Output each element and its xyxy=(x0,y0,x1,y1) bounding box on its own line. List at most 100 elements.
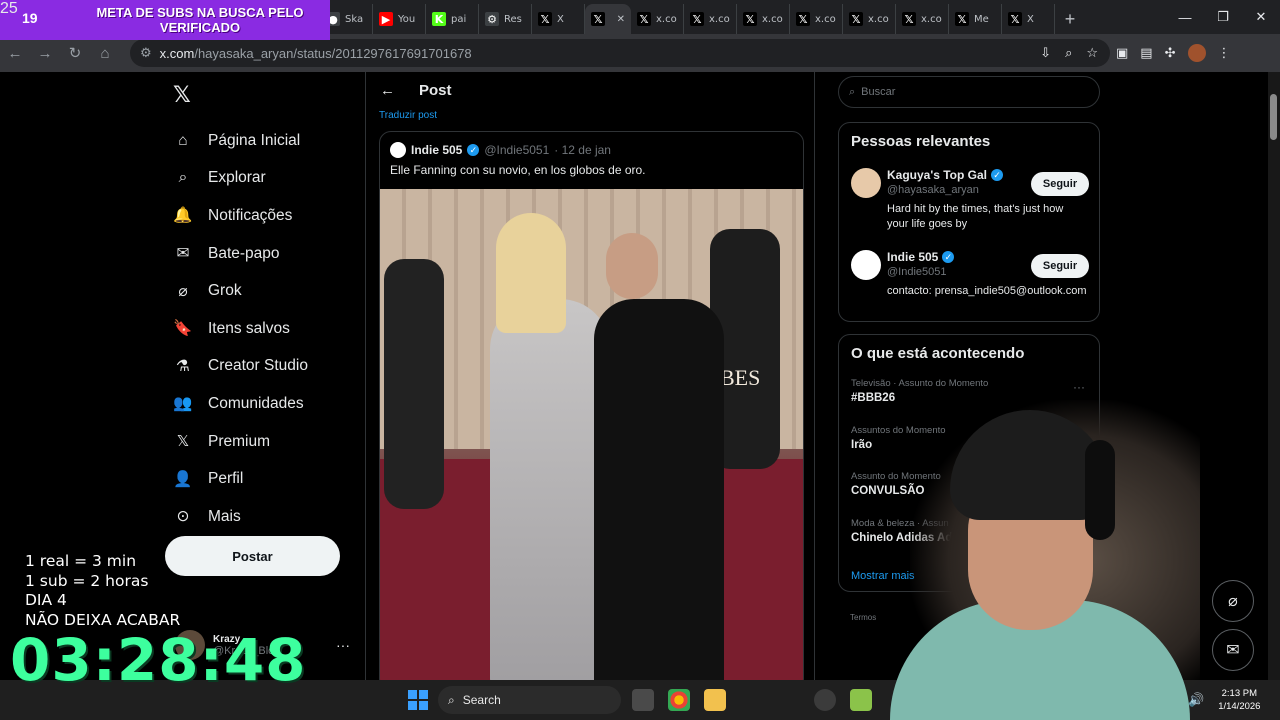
person-name-row[interactable]: Indie 505 ✓ xyxy=(887,250,955,264)
profile-avatar[interactable] xyxy=(1187,44,1206,62)
photo-man-head xyxy=(606,233,658,299)
browser-tab[interactable]: 𝕏x.co xyxy=(631,4,684,34)
avatar[interactable] xyxy=(851,250,881,280)
quote-author-name[interactable]: Indie 505 xyxy=(411,143,462,157)
nav-item-6[interactable]: 🔖 Itens salvos xyxy=(172,310,308,348)
tab-label: X xyxy=(1027,13,1034,25)
chrome-icon[interactable] xyxy=(668,689,690,711)
nav-item-8[interactable]: 👥 Comunidades xyxy=(172,385,308,423)
close-tab-icon[interactable]: ✕ xyxy=(617,14,625,25)
browser-tab[interactable]: 𝕏x.co xyxy=(896,4,949,34)
quoted-post[interactable]: Indie 505 ✓ @Indie5051 · 12 de jan Elle … xyxy=(379,131,804,691)
messages-icon[interactable]: ✉ xyxy=(1212,629,1254,671)
page-scrollbar[interactable] xyxy=(1268,72,1280,680)
nav-item-4[interactable]: ✉ Bate-papo xyxy=(172,235,308,273)
nav-item-3[interactable]: 🔔 Notificações xyxy=(172,197,308,235)
zoom-icon[interactable]: ⌕ xyxy=(1065,45,1072,61)
quote-author-handle[interactable]: @Indie5051 xyxy=(484,143,549,157)
back-icon[interactable]: ← xyxy=(0,38,30,68)
quote-date[interactable]: · 12 de jan xyxy=(554,143,611,157)
site-info-icon[interactable]: ⚙ xyxy=(140,45,152,61)
app-icon[interactable] xyxy=(850,689,872,711)
nav-item-2[interactable]: ⌕ Explorar xyxy=(172,160,308,198)
forward-icon[interactable]: → xyxy=(30,38,60,68)
browser-tab[interactable]: Kpai xyxy=(426,4,479,34)
extension-icon[interactable]: ▣ xyxy=(1116,45,1128,61)
puzzle-icon[interactable]: ✣ xyxy=(1165,45,1176,61)
post-photo[interactable]: BES xyxy=(380,189,803,689)
terms-link[interactable]: Termos xyxy=(850,613,876,622)
person-name: Indie 505 xyxy=(887,250,939,264)
browser-tab[interactable]: 𝕏 ✕ xyxy=(585,4,631,34)
nav-item-7[interactable]: ⚗ Creator Studio xyxy=(172,348,308,386)
obs-icon[interactable] xyxy=(814,689,836,711)
minimize-icon[interactable]: — xyxy=(1166,0,1204,34)
avatar[interactable] xyxy=(851,168,881,198)
window-controls: — ❐ ✕ xyxy=(1166,0,1280,34)
install-icon[interactable]: ⇩ xyxy=(1040,45,1051,61)
sidebar-icon[interactable]: ▤ xyxy=(1140,45,1152,61)
clock[interactable]: 2:13 PM 1/14/2026 xyxy=(1218,687,1260,713)
close-window-icon[interactable]: ✕ xyxy=(1242,0,1280,34)
windows-start-icon[interactable] xyxy=(408,690,428,710)
task-view-icon[interactable] xyxy=(632,689,654,711)
person-name: Kaguya's Top Gal xyxy=(887,168,987,182)
browser-tab[interactable]: 𝕏X xyxy=(532,4,585,34)
quote-header: Indie 505 ✓ @Indie5051 · 12 de jan xyxy=(390,142,611,158)
browser-tab[interactable]: 𝕏X xyxy=(1002,4,1055,34)
more-icon[interactable]: ··· xyxy=(1073,380,1085,394)
follow-button[interactable]: Seguir xyxy=(1031,254,1089,278)
nav-item-1[interactable]: ⌂ Página Inicial xyxy=(172,122,308,160)
nav-item-5[interactable]: ⌀ Grok xyxy=(172,272,308,310)
browser-tab[interactable]: 𝕏x.co xyxy=(737,4,790,34)
nav-item-label: Página Inicial xyxy=(208,131,301,149)
search-icon: ⌕ xyxy=(178,169,188,187)
person-card[interactable]: Kaguya's Top Gal ✓ @hayasaka_aryan Hard hit… xyxy=(839,164,1099,246)
star-icon[interactable]: ☆ xyxy=(1086,45,1098,61)
restore-icon[interactable]: ❐ xyxy=(1204,0,1242,34)
browser-tab[interactable]: ⚙ Res xyxy=(479,4,532,34)
scrollbar-thumb[interactable] xyxy=(1270,94,1277,140)
browser-tab[interactable]: 𝕏x.co xyxy=(843,4,896,34)
menu-icon[interactable]: ⋮ xyxy=(1218,45,1231,61)
mail-icon: ✉ xyxy=(176,245,190,263)
tab-label: Res xyxy=(504,13,522,25)
photo-sign: BES xyxy=(720,365,761,390)
banner-count-left: 19 xyxy=(22,10,38,26)
reload-icon[interactable]: ↻ xyxy=(60,38,90,68)
post-button[interactable]: Postar xyxy=(165,536,340,576)
nav-item-10[interactable]: 👤 Perfil xyxy=(172,460,308,498)
person-handle[interactable]: @hayasaka_aryan xyxy=(887,184,979,196)
new-tab-button[interactable]: + xyxy=(1055,4,1085,34)
person-card[interactable]: Indie 505 ✓ @Indie5051 contacto: prensa_ind… xyxy=(839,246,1099,328)
banner-text: META DE SUBS NA BUSCA PELO VERIFICADO xyxy=(96,5,304,35)
address-bar[interactable]: ⚙ x.com/hayasaka_aryan/status/2011297617… xyxy=(130,39,1110,67)
nav-item-9[interactable]: 𝕏 Premium xyxy=(172,423,308,461)
person-name-row[interactable]: Kaguya's Top Gal ✓ xyxy=(887,168,1003,182)
grok-icon[interactable]: ⌀ xyxy=(1212,580,1254,622)
account-more-icon[interactable]: ··· xyxy=(336,637,350,653)
photo-man xyxy=(594,299,724,689)
bookmark-icon: 🔖 xyxy=(173,320,193,338)
browser-tab[interactable]: 𝕏x.co xyxy=(790,4,843,34)
avatar[interactable] xyxy=(390,142,406,158)
tab-label: x.co xyxy=(709,13,730,25)
browser-tab[interactable]: 𝕏 Me xyxy=(949,4,1002,34)
photo-photographer xyxy=(384,259,444,509)
file-explorer-icon[interactable] xyxy=(704,689,726,711)
tab-label: x.co xyxy=(921,13,942,25)
taskbar-search[interactable]: ⌕ Search xyxy=(438,686,621,714)
url-path: /hayasaka_aryan/status/20112976176917016… xyxy=(194,45,472,61)
nav-item-11[interactable]: ⊙ Mais xyxy=(172,498,308,536)
browser-tab[interactable]: 𝕏x.co xyxy=(684,4,737,34)
browser-tab[interactable]: ▶ You xyxy=(373,4,426,34)
person-handle[interactable]: @Indie5051 xyxy=(887,266,947,278)
translate-post-link[interactable]: Traduzir post xyxy=(379,110,437,121)
search-input[interactable]: ⌕ Buscar xyxy=(838,76,1100,108)
follow-button[interactable]: Seguir xyxy=(1031,172,1089,196)
x-logo-icon[interactable]: 𝕏 xyxy=(173,82,191,108)
home-icon: ⌂ xyxy=(178,131,188,149)
home-browser-icon[interactable]: ⌂ xyxy=(90,38,120,68)
search-icon: ⌕ xyxy=(849,85,856,98)
back-arrow-icon[interactable]: ← xyxy=(380,82,395,99)
